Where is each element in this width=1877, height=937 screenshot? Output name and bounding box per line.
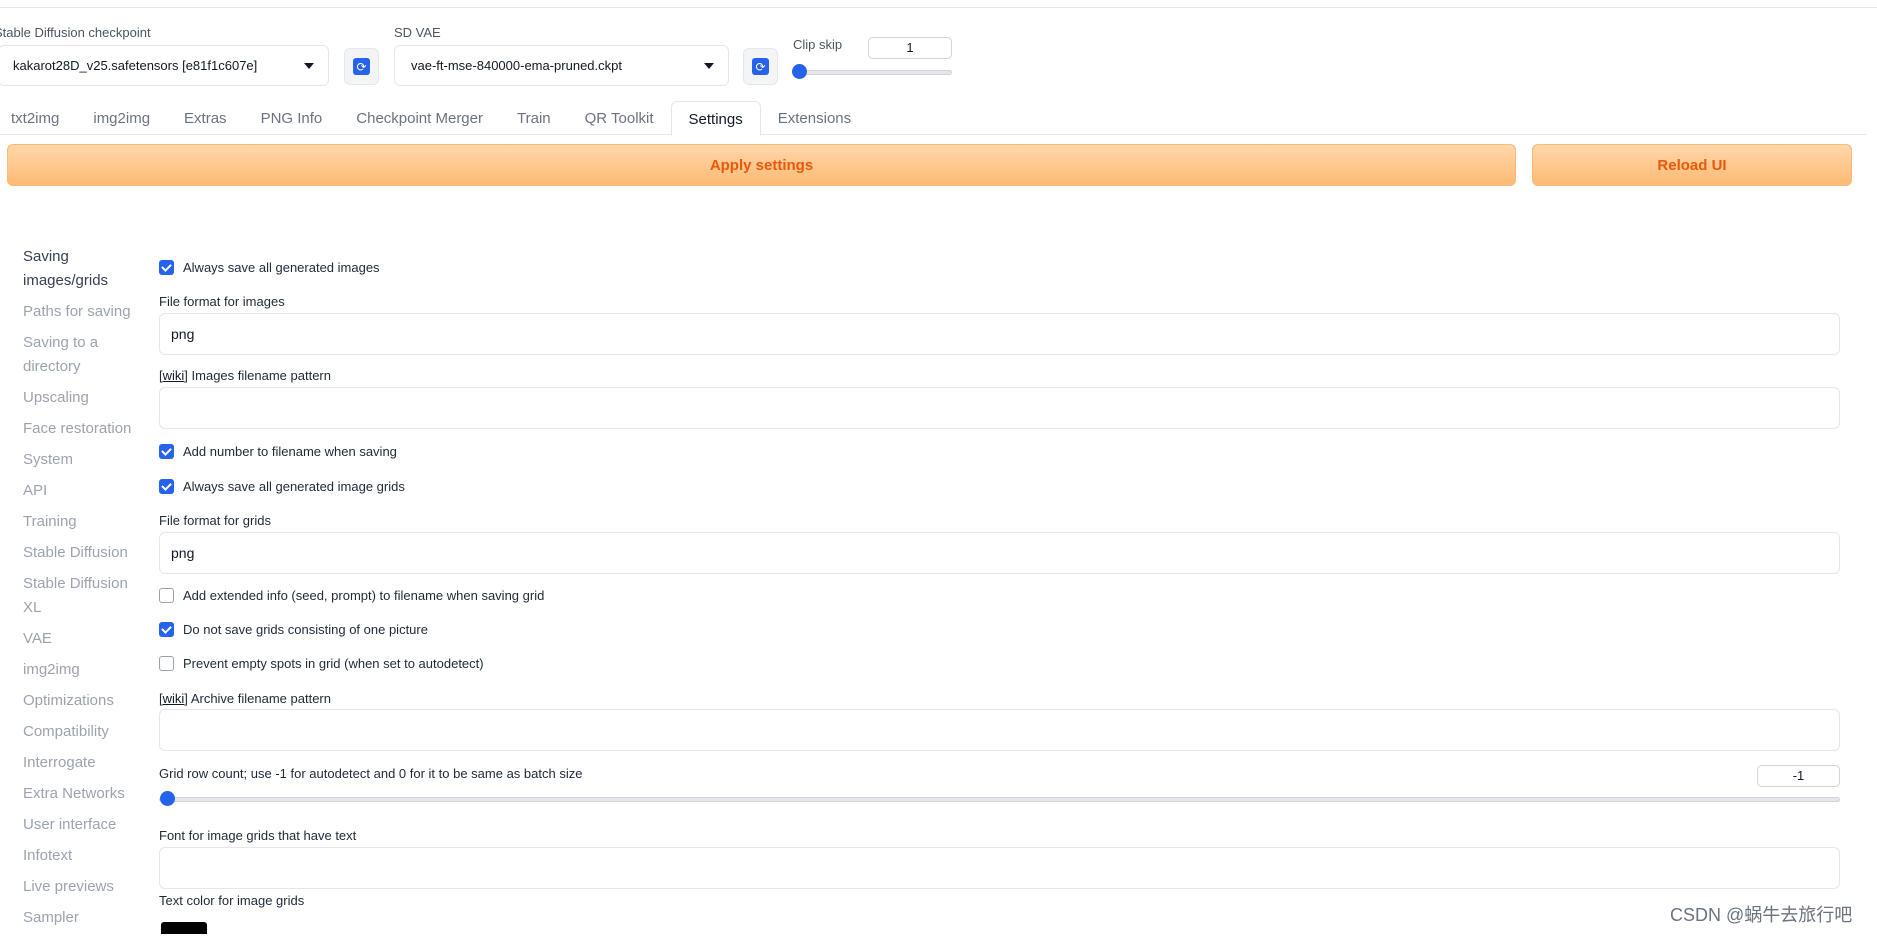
- setting-prevent-empty-spots[interactable]: Prevent empty spots in grid (when set to…: [159, 656, 484, 671]
- setting-always-save-grids[interactable]: Always save all generated image grids: [159, 479, 405, 494]
- wiki-link[interactable]: wiki: [163, 368, 185, 383]
- file-format-grids-input[interactable]: png: [159, 532, 1840, 574]
- settings-sidebar: Saving images/grids Paths for saving Sav…: [23, 245, 143, 937]
- sidebar-item-system[interactable]: System: [23, 448, 143, 472]
- tab-extensions[interactable]: Extensions: [761, 101, 868, 136]
- label-text: Archive filename pattern: [190, 691, 331, 706]
- checkbox-checked-icon[interactable]: [159, 622, 174, 637]
- sidebar-item-stable-diffusion[interactable]: Stable Diffusion: [23, 541, 143, 565]
- setting-label: Do not save grids consisting of one pict…: [183, 622, 428, 637]
- images-filename-pattern-input[interactable]: [159, 387, 1840, 429]
- tab-txt2img[interactable]: txt2img: [0, 101, 76, 136]
- sidebar-item-extra-networks[interactable]: Extra Networks: [23, 782, 143, 806]
- label-text: Images filename pattern: [191, 368, 331, 383]
- grid-row-count-input[interactable]: -1: [1757, 765, 1840, 787]
- refresh-checkpoint-button[interactable]: ⟳: [344, 48, 379, 85]
- setting-label: Always save all generated image grids: [183, 479, 405, 494]
- sidebar-item-optimizations[interactable]: Optimizations: [23, 689, 143, 713]
- sidebar-item-img2img[interactable]: img2img: [23, 658, 143, 682]
- setting-add-number[interactable]: Add number to filename when saving: [159, 444, 397, 459]
- vae-select[interactable]: vae-ft-mse-840000-ema-pruned.ckpt: [394, 45, 729, 86]
- grid-font-label: Font for image grids that have text: [159, 828, 357, 843]
- sidebar-item-upscaling[interactable]: Upscaling: [23, 386, 143, 410]
- sidebar-item-live-previews[interactable]: Live previews: [23, 875, 143, 899]
- file-format-grids-label: File format for grids: [159, 513, 271, 528]
- slider-track: [159, 797, 1840, 802]
- tab-settings[interactable]: Settings: [670, 101, 761, 136]
- tab-checkpoint-merger[interactable]: Checkpoint Merger: [339, 101, 500, 136]
- watermark: CSDN @蜗牛去旅行吧: [1670, 905, 1853, 925]
- setting-add-extended-info[interactable]: Add extended info (seed, prompt) to file…: [159, 588, 544, 603]
- checkpoint-label: Stable Diffusion checkpoint: [0, 25, 151, 40]
- setting-label: Add number to filename when saving: [183, 444, 397, 459]
- checkpoint-value: kakarot28D_v25.safetensors [e81f1c607e]: [13, 58, 258, 73]
- checkbox-checked-icon[interactable]: [159, 260, 174, 275]
- grid-row-count-slider[interactable]: [159, 791, 1840, 807]
- sidebar-item-compatibility[interactable]: Compatibility: [23, 720, 143, 744]
- tab-train[interactable]: Train: [500, 101, 568, 136]
- setting-label: Always save all generated images: [183, 260, 380, 275]
- tab-qr-toolkit[interactable]: QR Toolkit: [568, 101, 671, 136]
- apply-settings-button[interactable]: Apply settings: [7, 144, 1516, 186]
- slider-thumb[interactable]: [160, 791, 175, 806]
- sidebar-item-infotext[interactable]: Infotext: [23, 844, 143, 868]
- checkbox-unchecked-icon[interactable]: [159, 656, 174, 671]
- clip-skip-slider[interactable]: [792, 64, 952, 80]
- chevron-down-icon: [304, 62, 314, 69]
- sidebar-item-interrogate[interactable]: Interrogate: [23, 751, 143, 775]
- checkpoint-select[interactable]: kakarot28D_v25.safetensors [e81f1c607e]: [0, 45, 329, 86]
- vae-label: SD VAE: [394, 25, 441, 40]
- setting-label: Prevent empty spots in grid (when set to…: [183, 656, 484, 671]
- chevron-down-icon: [704, 62, 714, 69]
- refresh-icon: ⟳: [752, 58, 769, 75]
- sidebar-item-paths-for-saving[interactable]: Paths for saving: [23, 300, 143, 324]
- grid-font-input[interactable]: [159, 847, 1840, 889]
- sidebar-item-face-restoration[interactable]: Face restoration: [23, 417, 143, 441]
- archive-filename-pattern-input[interactable]: [159, 709, 1840, 751]
- images-filename-pattern-label: [wiki] Images filename pattern: [159, 368, 331, 383]
- file-format-images-label: File format for images: [159, 294, 285, 309]
- checkbox-checked-icon[interactable]: [159, 479, 174, 494]
- tab-png-info[interactable]: PNG Info: [244, 101, 340, 136]
- sidebar-item-saving-to-directory[interactable]: Saving to a directory: [23, 331, 143, 379]
- slider-track: [792, 70, 952, 75]
- grid-text-color-picker[interactable]: [161, 922, 207, 934]
- grid-text-color-label: Text color for image grids: [159, 893, 305, 908]
- tab-img2img[interactable]: img2img: [76, 101, 167, 136]
- sidebar-item-api[interactable]: API: [23, 479, 143, 503]
- slider-thumb[interactable]: [792, 64, 807, 79]
- setting-always-save-images[interactable]: Always save all generated images: [159, 260, 380, 275]
- main-tabs: txt2img img2img Extras PNG Info Checkpoi…: [0, 101, 868, 136]
- sidebar-item-training[interactable]: Training: [23, 510, 143, 534]
- archive-filename-pattern-label: [wiki] Archive filename pattern: [159, 691, 331, 706]
- reload-ui-button[interactable]: Reload UI: [1532, 144, 1852, 186]
- vae-value: vae-ft-mse-840000-ema-pruned.ckpt: [411, 58, 622, 73]
- checkbox-unchecked-icon[interactable]: [159, 588, 174, 603]
- sidebar-item-sampler[interactable]: Sampler: [23, 906, 143, 930]
- file-format-images-input[interactable]: png: [159, 313, 1840, 355]
- checkbox-checked-icon[interactable]: [159, 444, 174, 459]
- sidebar-item-user-interface[interactable]: User interface: [23, 813, 143, 837]
- clip-skip-input[interactable]: 1: [868, 37, 952, 59]
- refresh-vae-button[interactable]: ⟳: [743, 48, 778, 85]
- grid-row-count-label: Grid row count; use -1 for autodetect an…: [159, 766, 583, 781]
- setting-no-single-grid[interactable]: Do not save grids consisting of one pict…: [159, 622, 428, 637]
- setting-label: Add extended info (seed, prompt) to file…: [183, 588, 545, 603]
- sidebar-item-stable-diffusion-xl[interactable]: Stable Diffusion XL: [23, 572, 143, 620]
- top-border: [0, 7, 1877, 8]
- clip-skip-label: Clip skip: [793, 37, 843, 52]
- refresh-icon: ⟳: [353, 58, 370, 75]
- wiki-link[interactable]: wiki: [163, 691, 185, 706]
- tab-extras[interactable]: Extras: [167, 101, 244, 136]
- sidebar-item-vae[interactable]: VAE: [23, 627, 143, 651]
- sidebar-item-saving-images-grids[interactable]: Saving images/grids: [23, 245, 143, 293]
